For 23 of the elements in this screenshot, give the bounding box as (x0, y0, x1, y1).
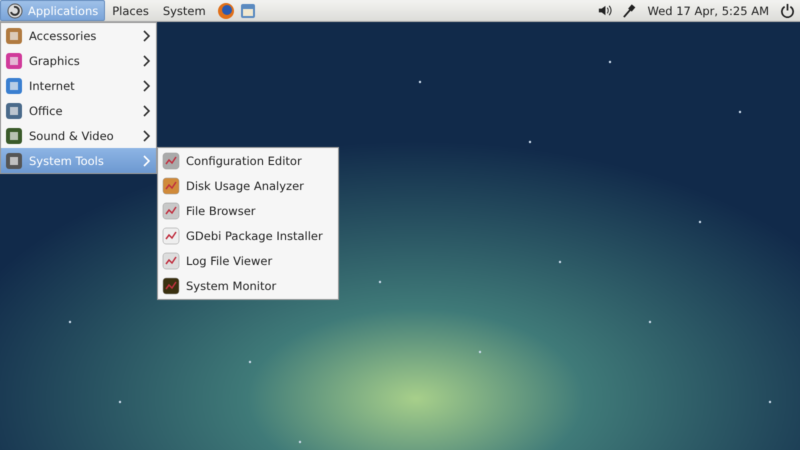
menu-item[interactable]: Log File Viewer (158, 248, 338, 273)
menu-item[interactable]: File Browser (158, 198, 338, 223)
chevron-icon (142, 130, 150, 142)
menu-item[interactable]: Configuration Editor (158, 148, 338, 173)
menu-item[interactable]: Graphics (1, 48, 156, 73)
chevron-icon (142, 30, 150, 42)
menu-item[interactable]: Accessories (1, 23, 156, 48)
menu-item[interactable]: Disk Usage Analyzer (158, 173, 338, 198)
menu-item[interactable]: Internet (1, 73, 156, 98)
plug-icon[interactable] (622, 3, 636, 18)
panel-menu[interactable]: Places (105, 0, 156, 21)
speaker-icon[interactable] (596, 3, 612, 18)
chevron-icon (142, 80, 150, 92)
clock[interactable]: Wed 17 Apr, 5:25 AM (648, 4, 769, 18)
power-icon[interactable] (780, 3, 795, 18)
menu-item[interactable]: Sound & Video (1, 123, 156, 148)
menu-item[interactable]: System Monitor (158, 273, 338, 298)
chevron-icon (142, 54, 150, 66)
panel-menu[interactable]: System (156, 0, 213, 21)
menu-item[interactable]: GDebi Package Installer (158, 223, 338, 248)
menu-item[interactable]: Office (1, 98, 156, 123)
chevron-icon (142, 154, 150, 166)
chevron-icon (142, 104, 150, 116)
